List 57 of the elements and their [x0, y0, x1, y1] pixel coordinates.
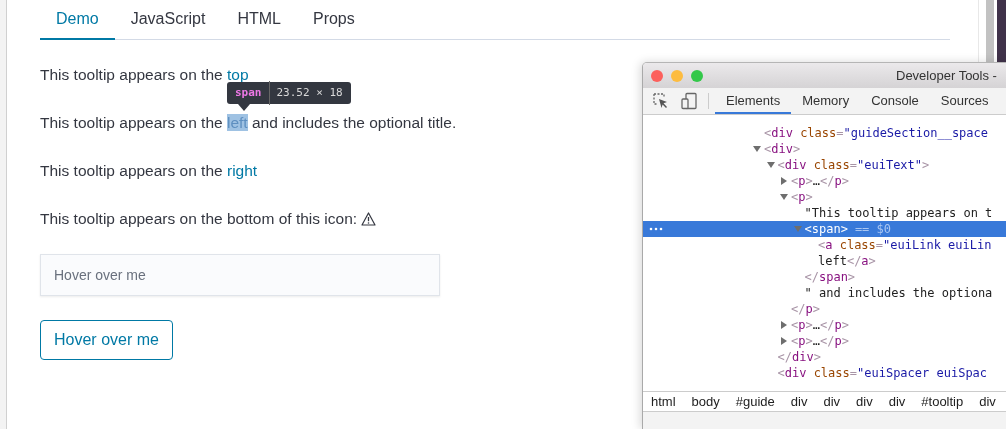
dom-node-line[interactable]: <p>…</p>	[791, 317, 849, 333]
paragraph-text: This tooltip appears on the top	[40, 66, 249, 83]
triangle-right-icon[interactable]	[780, 177, 788, 185]
devtools-tab[interactable]: Console	[860, 88, 930, 114]
dom-node-line[interactable]: <div class="euiText">	[777, 157, 930, 173]
breadcrumb-item[interactable]: #tooltip	[913, 394, 972, 409]
dom-node-line[interactable]: "This tooltip appears on t	[804, 205, 993, 221]
dom-node-line[interactable]: <div>	[764, 141, 801, 157]
tooltip-pointer	[238, 104, 250, 111]
breadcrumb-item[interactable]: div	[815, 394, 849, 409]
dom-node-line[interactable]: <span>	[804, 221, 848, 237]
breadcrumb-item[interactable]: body	[683, 394, 728, 409]
dom-node-line[interactable]: <p>…</p>	[791, 173, 849, 189]
desktop-background	[997, 0, 1006, 64]
dom-closing-tag[interactable]: </p>	[791, 301, 820, 317]
dom-node-line[interactable]: left</a>	[818, 253, 876, 269]
breadcrumb-item[interactable]: div	[971, 394, 1004, 409]
device-toolbar-icon[interactable]	[680, 92, 698, 110]
dom-closing-tag[interactable]: </div>	[777, 349, 821, 365]
paragraph-text: This tooltip appears on the left and includes the optional title.	[40, 114, 457, 131]
devtools-tab[interactable]: Elements	[715, 88, 792, 114]
warning-icon[interactable]	[361, 212, 377, 226]
devtools-tab[interactable]: Sources	[929, 88, 1000, 114]
dom-node-line[interactable]: <a class="euiLink euiLin	[818, 237, 992, 253]
hover-button[interactable]: Hover over me	[40, 320, 173, 360]
tab[interactable]: HTML	[221, 0, 297, 40]
dom-node-line[interactable]: <div class="euiSpacer euiSpac	[777, 365, 988, 381]
triangle-down-icon[interactable]	[766, 161, 775, 169]
triangle-down-icon[interactable]	[753, 145, 761, 153]
window-title: Developer Tools -	[896, 68, 997, 83]
inspect-element-icon[interactable]	[652, 92, 670, 110]
breadcrumb-item[interactable]: html	[643, 394, 684, 409]
link[interactable]: right	[227, 162, 258, 179]
link[interactable]: top	[227, 66, 249, 83]
scrollbar[interactable]	[986, 0, 994, 64]
triangle-right-icon[interactable]	[780, 337, 788, 345]
dom-node-line[interactable]: " and includes the optiona	[804, 285, 993, 301]
inspector-tooltip: span 23.52 × 18	[227, 82, 351, 104]
breadcrumb-item[interactable]: div	[880, 394, 914, 409]
tab[interactable]: Props	[296, 0, 371, 40]
dom-node-line[interactable]: <div class="guideSection__space	[764, 125, 988, 141]
console-reference: == $0	[854, 221, 891, 237]
dom-closing-tag[interactable]: </span>	[804, 269, 856, 285]
breadcrumb-item[interactable]: div	[782, 394, 816, 409]
breadcrumb-item[interactable]: #guide	[727, 394, 783, 409]
tab[interactable]: Demo	[40, 0, 115, 40]
triangle-down-icon[interactable]	[780, 193, 788, 201]
devtools-tab[interactable]: Memory	[791, 88, 861, 114]
dom-node-line[interactable]: <p>…</p>	[791, 333, 849, 349]
more-dots-icon[interactable]	[649, 227, 663, 231]
tab[interactable]: JavaScript	[114, 0, 222, 40]
paragraph-text: This tooltip appears on the right	[40, 162, 258, 179]
triangle-right-icon[interactable]	[780, 321, 788, 329]
dom-node-line[interactable]: <p>	[791, 189, 813, 205]
paragraph-text: This tooltip appears on the bottom of this icon:	[40, 210, 358, 227]
breadcrumb-item[interactable]: div	[848, 394, 881, 409]
hover-panel[interactable]: Hover over me	[40, 254, 440, 296]
